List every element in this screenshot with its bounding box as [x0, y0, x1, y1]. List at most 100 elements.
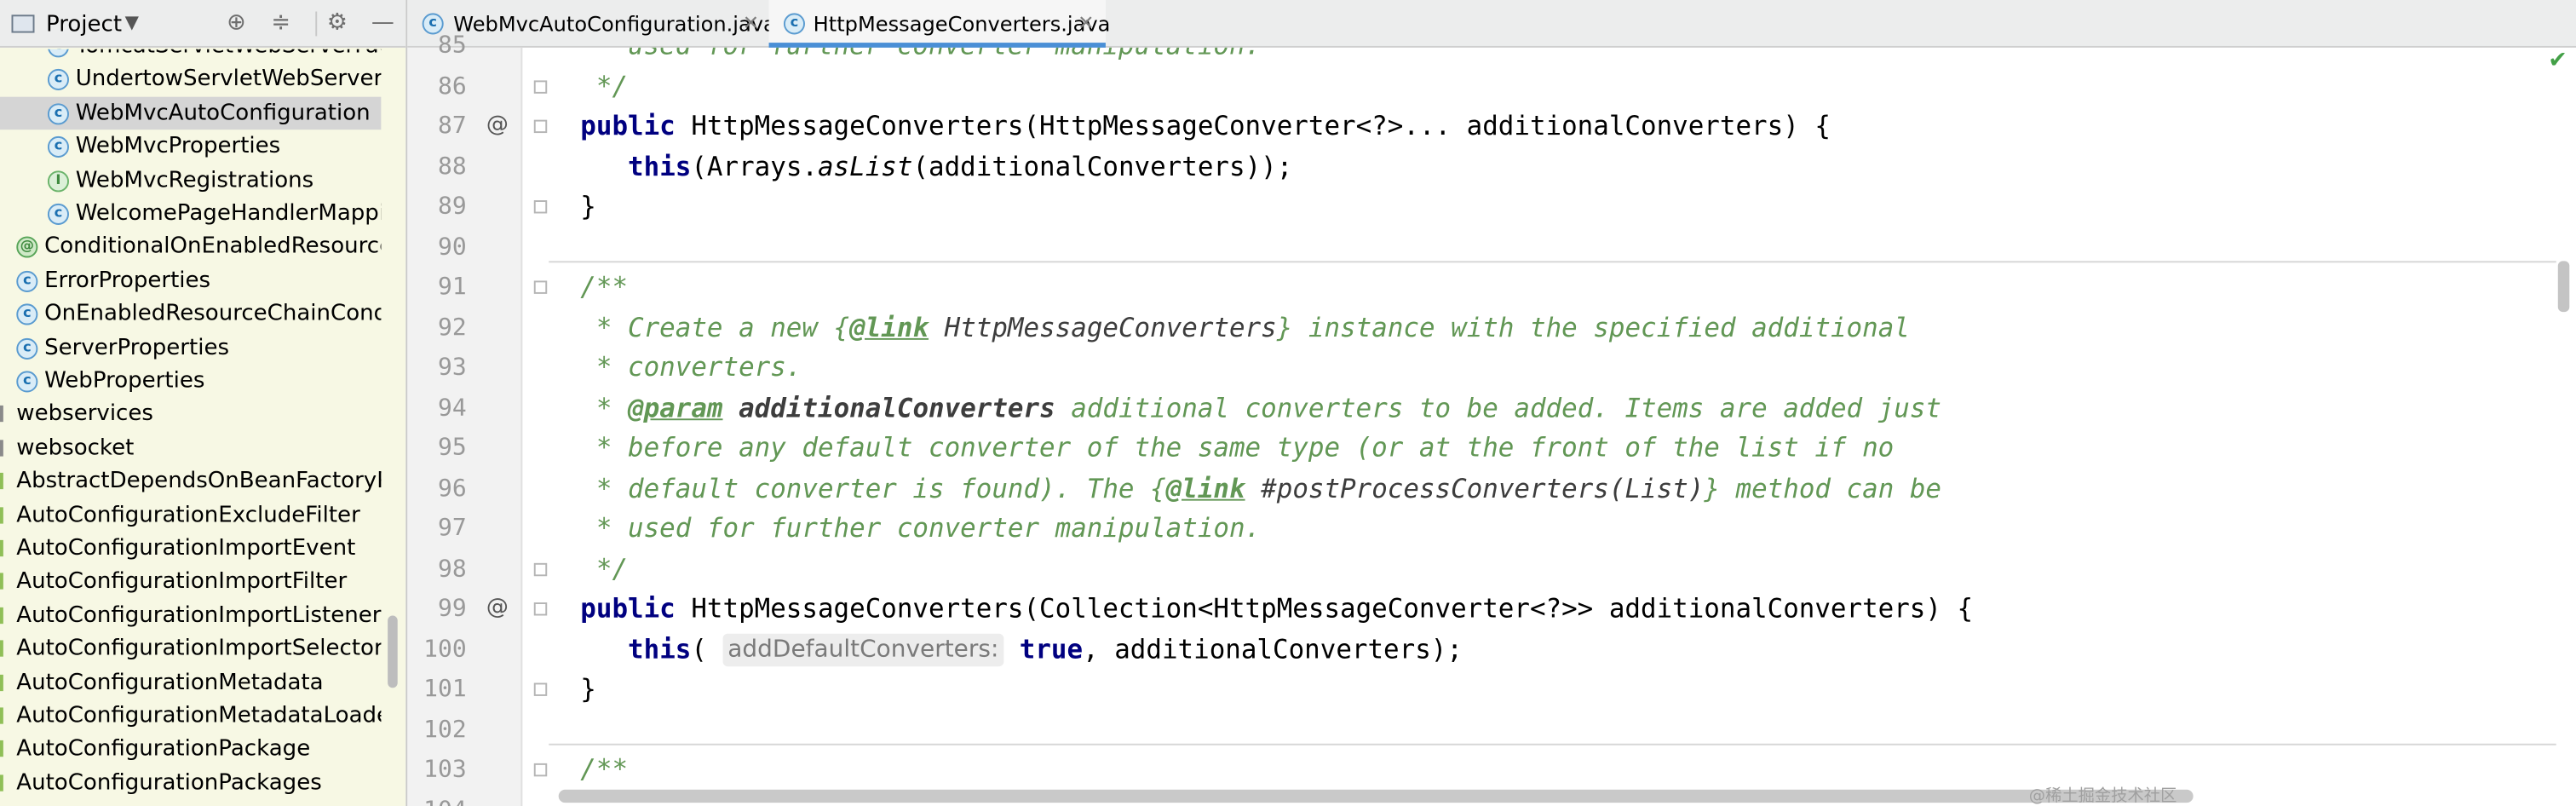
- close-icon[interactable]: ✕: [1078, 0, 1094, 48]
- line-number: 92: [438, 314, 467, 341]
- package-icon: [0, 406, 3, 423]
- project-tree-scrollbar[interactable]: [388, 615, 398, 688]
- tree-item[interactable]: AutoConfigurationMetadata: [0, 665, 381, 699]
- tree-item[interactable]: AutoConfiguration: [0, 800, 381, 806]
- tree-item-label: AutoConfigurationPackage: [16, 735, 311, 763]
- fold-marker-icon[interactable]: [533, 561, 548, 576]
- locate-icon[interactable]: ⊕: [227, 10, 246, 37]
- tree-item[interactable]: AutoConfigurationPackages: [0, 766, 381, 799]
- tree-item[interactable]: c ErrorProperties: [0, 264, 381, 297]
- editor-vertical-scrollbar[interactable]: [2557, 261, 2570, 313]
- code-line: /**: [549, 268, 2556, 308]
- line-number: 86: [438, 72, 467, 100]
- line-number: 100: [423, 636, 467, 663]
- class-icon: c: [47, 102, 69, 125]
- code-line: public HttpMessageConverters(Collection<…: [549, 590, 2556, 630]
- class-icon: c: [47, 69, 69, 91]
- code-token: (additionalConverters));: [912, 150, 1293, 181]
- package-icon: [0, 674, 3, 691]
- fold-marker-icon[interactable]: [533, 763, 548, 777]
- code-token: } method can be: [1704, 471, 1942, 504]
- fold-marker-icon[interactable]: [533, 280, 548, 294]
- collapse-all-icon[interactable]: ≑: [271, 10, 290, 37]
- tree-item-label: AutoConfigurationImportListener: [16, 602, 382, 629]
- override-marker-icon[interactable]: @: [486, 112, 509, 138]
- tree-item[interactable]: c OnEnabledResourceChainCondition: [0, 297, 381, 331]
- tree-item[interactable]: I WebMvcRegistrations: [0, 164, 381, 197]
- tab-http-message-converters[interactable]: c HttpMessageConverters.java ✕: [768, 0, 1110, 48]
- minimize-icon[interactable]: —: [371, 10, 394, 37]
- code-line: * used for further converter manipulatio…: [549, 48, 2556, 66]
- gear-icon[interactable]: ⚙: [327, 10, 348, 37]
- fold-marker-icon[interactable]: [533, 200, 548, 214]
- tree-item[interactable]: c TomcatServletWebServerFactoryCustomizer: [0, 49, 381, 62]
- tree-item[interactable]: AutoConfigurationPackage: [0, 733, 381, 766]
- override-marker-icon[interactable]: @: [486, 594, 509, 620]
- class-icon: c: [783, 13, 805, 35]
- tree-item-label: AutoConfigurationMetadataLoader: [16, 702, 382, 729]
- code-token: * before any default converter of the sa…: [549, 431, 1895, 463]
- code-line: this( addDefaultConverters: true, additi…: [549, 630, 2556, 670]
- tree-item[interactable]: AutoConfigurationImportFilter: [0, 566, 381, 599]
- tree-item-label: AutoConfigurationImportSelector: [16, 635, 382, 662]
- tree-item-label: webservices: [16, 400, 153, 428]
- tree-item[interactable]: c ServerProperties: [0, 331, 381, 364]
- tree-item-label: WebMvcAutoConfiguration: [75, 100, 371, 126]
- code-token: */: [549, 69, 629, 101]
- code-editor[interactable]: * used for further converter manipulatio…: [549, 48, 2556, 790]
- line-number: 101: [423, 676, 467, 703]
- code-line: * used for further converter manipulatio…: [549, 509, 2556, 549]
- tree-item[interactable]: AbstractDependsOnBeanFactoryPostProcesso…: [0, 465, 381, 498]
- code-token: }: [549, 190, 596, 222]
- fold-marker-icon[interactable]: [533, 602, 548, 616]
- code-token: HttpMessageConverters: [944, 311, 1277, 343]
- chevron-down-icon[interactable]: ▼: [125, 11, 139, 32]
- tree-item[interactable]: AutoConfigurationImportSelector: [0, 632, 381, 665]
- package-icon: [0, 740, 3, 757]
- fold-marker-icon[interactable]: [533, 79, 548, 93]
- tree-item[interactable]: AutoConfigurationImportListener: [0, 599, 381, 632]
- tree-item[interactable]: webservices: [0, 398, 381, 431]
- tree-item[interactable]: AutoConfigurationMetadataLoader: [0, 699, 381, 733]
- code-line: }: [549, 187, 2556, 227]
- check-icon: ✔: [2548, 47, 2567, 74]
- tree-item[interactable]: c WebMvcProperties: [0, 130, 381, 164]
- tree-item[interactable]: c WebProperties: [0, 365, 381, 398]
- code-token: * Create a new {: [549, 311, 850, 343]
- line-number: 103: [423, 757, 467, 784]
- tree-item[interactable]: c WebMvcAutoConfiguration: [0, 96, 382, 130]
- tree-item[interactable]: @ ConditionalOnEnabledResourceChain: [0, 230, 381, 263]
- editor-horizontal-scrollbar[interactable]: [558, 789, 2194, 803]
- tree-item-label: AbstractDependsOnBeanFactoryPostProcesso…: [16, 468, 381, 495]
- tree-item-label: AutoConfigurationExcludeFilter: [16, 501, 360, 528]
- project-panel-title[interactable]: Project: [46, 11, 122, 37]
- editor-tabs: c WebMvcAutoConfiguration.java ✕ c HttpM…: [407, 0, 2576, 48]
- tree-item[interactable]: websocket: [0, 431, 381, 464]
- watermark: @稀土掘金技术社区: [2028, 787, 2177, 806]
- code-token: public: [580, 110, 676, 141]
- line-number-gutter: 85 86 87 @88 89 90 91 92 93 94 95 96 97 98 99 @100 101 10…: [407, 33, 548, 806]
- tree-item[interactable]: c WelcomePageHandlerMapping: [0, 197, 381, 230]
- code-token: }: [549, 672, 596, 705]
- tree-item-label: TomcatServletWebServerFactoryCustomizer: [76, 49, 382, 62]
- close-icon[interactable]: ✕: [743, 0, 759, 48]
- tree-item-label: AutoConfigurationImportFilter: [16, 568, 348, 596]
- tree-item-label: OnEnabledResourceChainCondition: [44, 300, 381, 327]
- package-icon: [0, 774, 3, 792]
- fold-marker-icon[interactable]: [533, 119, 548, 134]
- code-line: * default converter is found). The {@lin…: [549, 469, 2556, 509]
- tree-item[interactable]: AutoConfigurationImportEvent: [0, 532, 381, 565]
- tree-item-label: WebMvcProperties: [75, 133, 281, 160]
- tree-item[interactable]: AutoConfigurationExcludeFilter: [0, 498, 381, 532]
- code-token: /**: [549, 270, 629, 302]
- line-number: 95: [438, 435, 467, 462]
- line-number: 90: [438, 233, 467, 261]
- tree-item[interactable]: c UndertowServletWebServerFactoryCustomiz…: [0, 63, 381, 96]
- tree-item-label: WebProperties: [44, 367, 205, 394]
- fold-marker-icon[interactable]: [533, 682, 548, 696]
- line-number: 89: [438, 193, 467, 221]
